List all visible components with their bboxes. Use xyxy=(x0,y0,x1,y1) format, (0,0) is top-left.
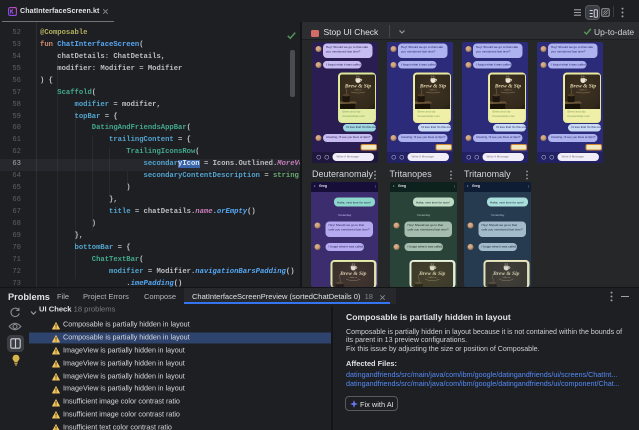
svg-text:· coffee co ·: · coffee co · xyxy=(503,90,513,92)
svg-text:· coffee co ·: · coffee co · xyxy=(353,90,363,92)
svg-text:· coffee co ·: · coffee co · xyxy=(578,90,588,92)
svg-text:· coffee co ·: · coffee co · xyxy=(428,90,438,92)
